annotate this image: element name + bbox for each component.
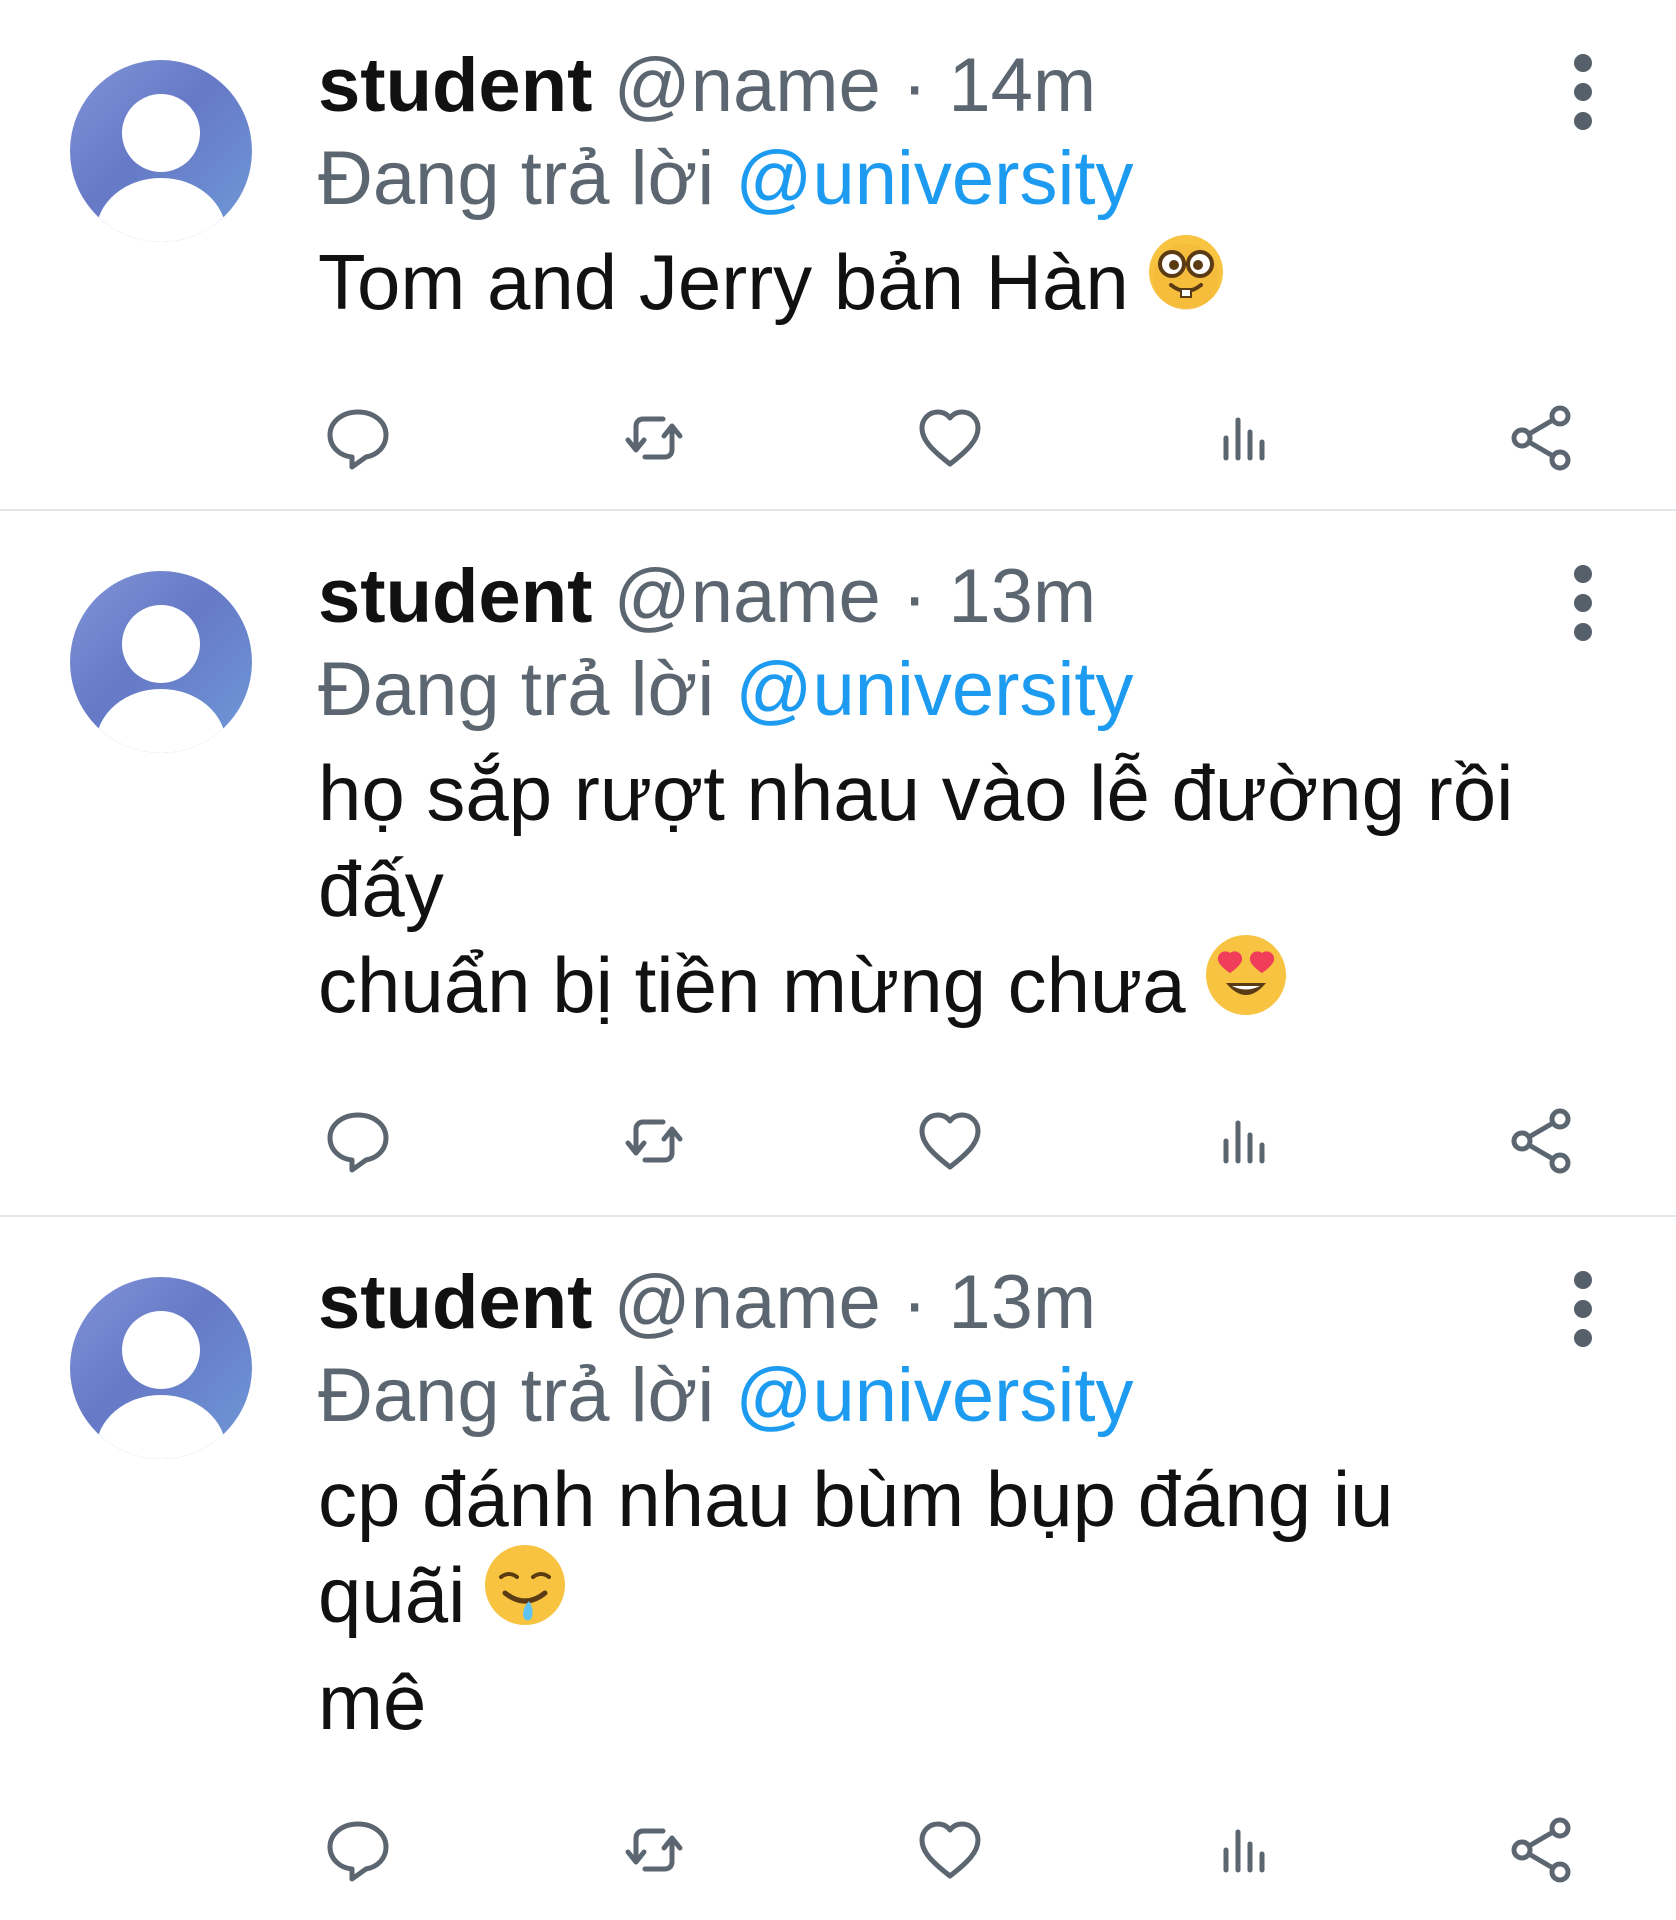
tweet[interactable]: student @name · 13m Đang trả lời @univer… xyxy=(0,511,1676,1217)
nerd-face-emoji xyxy=(1147,233,1225,332)
avatar-head xyxy=(122,94,200,172)
separator-dot: · xyxy=(901,554,928,639)
tweet-text-line: quãi xyxy=(318,1544,1576,1654)
username[interactable]: student xyxy=(318,43,592,128)
handle[interactable]: @name xyxy=(614,43,881,128)
stats-icon[interactable] xyxy=(1206,1101,1286,1181)
separator-dot: · xyxy=(901,43,928,128)
username[interactable]: student xyxy=(318,1260,592,1345)
tweet-text-line-text: quãi xyxy=(318,1551,466,1639)
reply-prefix: Đang trả lời xyxy=(318,647,715,732)
reply-icon[interactable] xyxy=(318,1101,398,1181)
avatar[interactable] xyxy=(70,571,252,753)
share-icon[interactable] xyxy=(1502,1101,1582,1181)
reply-context: Đang trả lời @university xyxy=(318,1349,1576,1443)
mention-link[interactable]: @university xyxy=(735,647,1133,732)
avatar-body xyxy=(96,1395,226,1459)
retweet-icon[interactable] xyxy=(614,398,694,478)
share-icon[interactable] xyxy=(1502,398,1582,478)
mention-link[interactable]: @university xyxy=(735,136,1133,221)
separator-dot: · xyxy=(901,1260,928,1345)
tweet-actions xyxy=(318,1101,1578,1181)
avatar-body xyxy=(96,689,226,753)
reply-icon[interactable] xyxy=(318,398,398,478)
handle[interactable]: @name xyxy=(614,1260,881,1345)
avatar-head xyxy=(122,1311,200,1389)
tweet-actions xyxy=(318,398,1578,478)
username[interactable]: student xyxy=(318,554,592,639)
heart-eyes-emoji xyxy=(1204,933,1288,1038)
tweet-text-line: đấy xyxy=(318,845,444,933)
mention-link[interactable]: @university xyxy=(735,1353,1133,1438)
tweet-header: student @name · 13m xyxy=(318,1257,1576,1349)
drooling-face-emoji xyxy=(483,1543,567,1648)
tweet-content: student @name · 14m Đang trả lời @univer… xyxy=(318,40,1576,338)
tweet-header: student @name · 13m xyxy=(318,551,1576,643)
retweet-icon[interactable] xyxy=(614,1810,694,1890)
tweet-actions xyxy=(318,1810,1578,1890)
more-options-icon[interactable] xyxy=(1568,559,1598,659)
stats-icon[interactable] xyxy=(1206,398,1286,478)
avatar[interactable] xyxy=(70,60,252,242)
like-icon[interactable] xyxy=(910,398,990,478)
tweet-text: họ sắp rượt nhau vào lễ đường rồi đấy ch… xyxy=(318,745,1576,1044)
tweet-text-line-text: Tom and Jerry bản Hàn xyxy=(318,238,1129,326)
reply-prefix: Đang trả lời xyxy=(318,136,715,221)
reply-context: Đang trả lời @university xyxy=(318,643,1576,737)
more-options-icon[interactable] xyxy=(1568,48,1598,148)
timestamp[interactable]: 13m xyxy=(948,554,1096,639)
reply-icon[interactable] xyxy=(318,1810,398,1890)
tweet-text-line: cp đánh nhau bùm bụp đáng iu xyxy=(318,1455,1394,1543)
avatar-head xyxy=(122,605,200,683)
tweet-text-line: mê xyxy=(318,1657,427,1746)
tweet-content: student @name · 13m Đang trả lời @univer… xyxy=(318,551,1576,1044)
reply-prefix: Đang trả lời xyxy=(318,1353,715,1438)
share-icon[interactable] xyxy=(1502,1810,1582,1890)
tweet-header: student @name · 14m xyxy=(318,40,1576,132)
tweet-text-line: chuẩn bị tiền mừng chưa xyxy=(318,934,1576,1044)
handle[interactable]: @name xyxy=(614,554,881,639)
tweet-content: student @name · 13m Đang trả lời @univer… xyxy=(318,1257,1576,1750)
tweet-text-line: họ sắp rượt nhau vào lễ đường rồi xyxy=(318,749,1514,837)
retweet-icon[interactable] xyxy=(614,1101,694,1181)
like-icon[interactable] xyxy=(910,1101,990,1181)
tweet[interactable]: student @name · 13m Đang trả lời @univer… xyxy=(0,1217,1676,1920)
tweet-text: cp đánh nhau bùm bụp đáng iu quãi mê xyxy=(318,1451,1576,1750)
timestamp[interactable]: 14m xyxy=(948,43,1096,128)
tweet-text-line: Tom and Jerry bản Hàn xyxy=(318,234,1576,338)
like-icon[interactable] xyxy=(910,1810,990,1890)
avatar-body xyxy=(96,178,226,242)
timestamp[interactable]: 13m xyxy=(948,1260,1096,1345)
tweet-text: Tom and Jerry bản Hàn xyxy=(318,234,1576,338)
tweet-text-line-text: chuẩn bị tiền mừng chưa xyxy=(318,941,1186,1029)
more-options-icon[interactable] xyxy=(1568,1265,1598,1365)
stats-icon[interactable] xyxy=(1206,1810,1286,1890)
avatar[interactable] xyxy=(70,1277,252,1459)
reply-context: Đang trả lời @university xyxy=(318,132,1576,226)
tweet[interactable]: student @name · 14m Đang trả lời @univer… xyxy=(0,0,1676,511)
